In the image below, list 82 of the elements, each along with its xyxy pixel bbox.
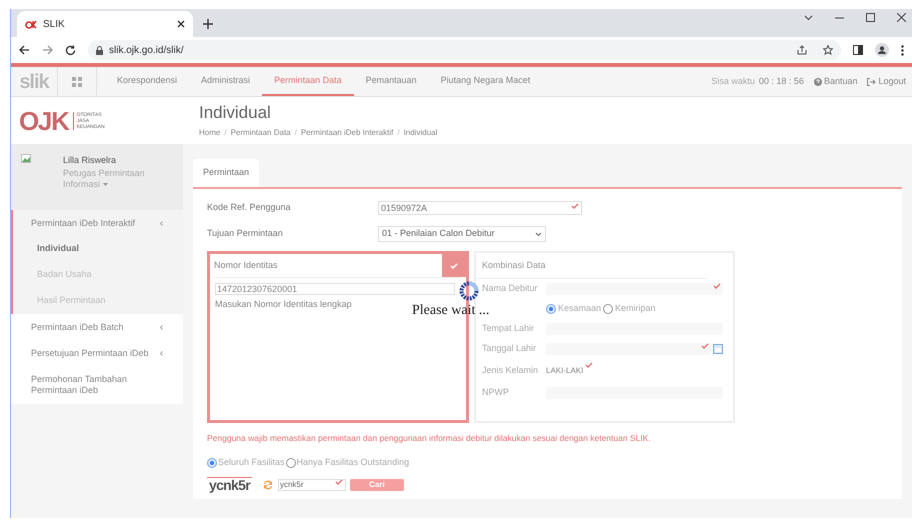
notice-text: Pengguna wajib memastikan permintaan dan penggunaan informasi debitur dilakukan sesuai dengan ketentuan SLIK.	[207, 432, 652, 445]
browser-tab[interactable]: SLIK	[17, 11, 193, 37]
user-role[interactable]: Petugas Permintaan Informasi	[63, 168, 153, 190]
dropdown-field[interactable]: 01 - Penilaian Calon Debitur	[378, 226, 546, 242]
field-label: Nama Debitur	[482, 282, 539, 296]
sidebar-item[interactable]: Permohonan Tambahan Permintaan iDeb	[13, 366, 183, 404]
profile-icon[interactable]	[875, 43, 889, 57]
org-logo: OJK	[19, 108, 69, 134]
side-panel-icon[interactable]	[853, 45, 863, 55]
page-title: Individual	[199, 103, 272, 123]
reload-icon[interactable]	[65, 44, 76, 56]
captcha-image: ycnk5r	[207, 477, 252, 492]
check-mark-icon	[571, 203, 579, 209]
input-field[interactable]	[546, 283, 723, 295]
chevron-down-icon[interactable]	[804, 14, 813, 20]
sidebar-subitem[interactable]: Individual	[13, 236, 183, 262]
user-name: Lilla Riswelra	[63, 154, 118, 167]
date-field[interactable]	[546, 343, 711, 355]
breadcrumb-link[interactable]: Home	[199, 127, 220, 139]
close-icon[interactable]	[177, 20, 185, 28]
breadcrumb-separator: /	[224, 127, 227, 139]
nav-tab[interactable]: Administrasi	[189, 67, 262, 96]
new-tab-icon[interactable]	[203, 19, 213, 29]
maximize-icon[interactable]	[866, 13, 875, 22]
search-button[interactable]: Cari	[350, 478, 404, 491]
field-label: Tujuan Permintaan	[207, 227, 284, 240]
panel-title: Nomor Identitas	[214, 258, 279, 272]
field-hint: Masukan Nomor Identitas lengkap	[215, 298, 352, 311]
breadcrumb-separator: /	[294, 127, 297, 139]
lock-icon	[96, 46, 103, 54]
help-link[interactable]: Bantuan	[814, 74, 858, 88]
nav-tab[interactable]: Pemantauan	[354, 67, 429, 96]
session-timer: 00 : 18 : 56	[758, 74, 804, 88]
forward-arrow-icon[interactable]	[42, 45, 53, 55]
caret-icon	[102, 182, 108, 186]
sidebar-item[interactable]: Permintaan iDeb Interaktif	[13, 210, 183, 236]
input-field[interactable]: 01590972A	[378, 201, 582, 215]
broken-image-icon	[21, 154, 31, 163]
logout-icon	[867, 78, 876, 86]
nav-tab[interactable]: Piutang Negara Macet	[428, 67, 542, 96]
radio-button[interactable]	[286, 458, 296, 468]
close-icon[interactable]	[897, 13, 906, 22]
loading-spinner-icon	[458, 281, 479, 301]
tab-title: SLIK	[43, 18, 66, 32]
check-mark-icon	[334, 478, 343, 485]
help-icon	[814, 78, 822, 86]
breadcrumb-separator: /	[397, 127, 400, 139]
radio-button[interactable]	[546, 304, 556, 314]
radio-label: Hanya Fasilitas Outstanding	[296, 456, 410, 469]
input-field[interactable]: 1472012307620001	[215, 283, 455, 295]
breadcrumb-link[interactable]: Permintaan Data	[230, 127, 291, 139]
field-value: LAKI-LAKI	[546, 365, 594, 377]
star-icon[interactable]	[823, 45, 833, 55]
check-icon	[450, 262, 458, 268]
panel-title: Kombinasi Data	[482, 258, 546, 272]
field-label: Tempat Lahir	[482, 322, 536, 336]
minimize-icon[interactable]	[835, 16, 844, 18]
field-label: Jenis Kelamin	[482, 364, 540, 378]
nav-tab[interactable]: Korespondensi	[105, 67, 190, 96]
address-bar[interactable]: slik.ojk.go.id/slik/	[88, 40, 841, 60]
site-logo-icon	[25, 20, 37, 28]
field-label: Tanggal Lahir	[482, 342, 538, 356]
radio-button[interactable]	[207, 458, 217, 468]
radio-button[interactable]	[603, 304, 614, 314]
field-label: Kode Ref. Pengguna	[207, 201, 292, 214]
share-icon[interactable]	[797, 45, 807, 55]
radio-label: Kemiripan	[615, 302, 656, 316]
logout-link[interactable]: Logout	[867, 74, 906, 88]
form-tab[interactable]: Permintaan	[193, 159, 260, 187]
loading-message: Please wait ...	[412, 302, 490, 320]
sidebar-item[interactable]: Persetujuan Permintaan iDeb	[13, 340, 183, 366]
timer-label: Sisa waktu	[711, 74, 755, 88]
radio-label: Kesamaan	[558, 302, 602, 316]
panel-checkbox[interactable]	[442, 254, 466, 277]
chevron-down-icon	[535, 232, 542, 236]
captcha-field[interactable]: ycnk5r	[278, 478, 346, 491]
field-label: NPWP	[482, 386, 510, 400]
sidebar-item[interactable]: Permintaan iDeb Batch	[13, 314, 183, 340]
back-arrow-icon[interactable]	[19, 45, 30, 55]
more-menu-icon[interactable]	[901, 44, 904, 56]
breadcrumb-link[interactable]: Permintaan iDeb Interaktif	[300, 127, 394, 139]
radio-label: Seluruh Fasilitas	[218, 456, 285, 469]
